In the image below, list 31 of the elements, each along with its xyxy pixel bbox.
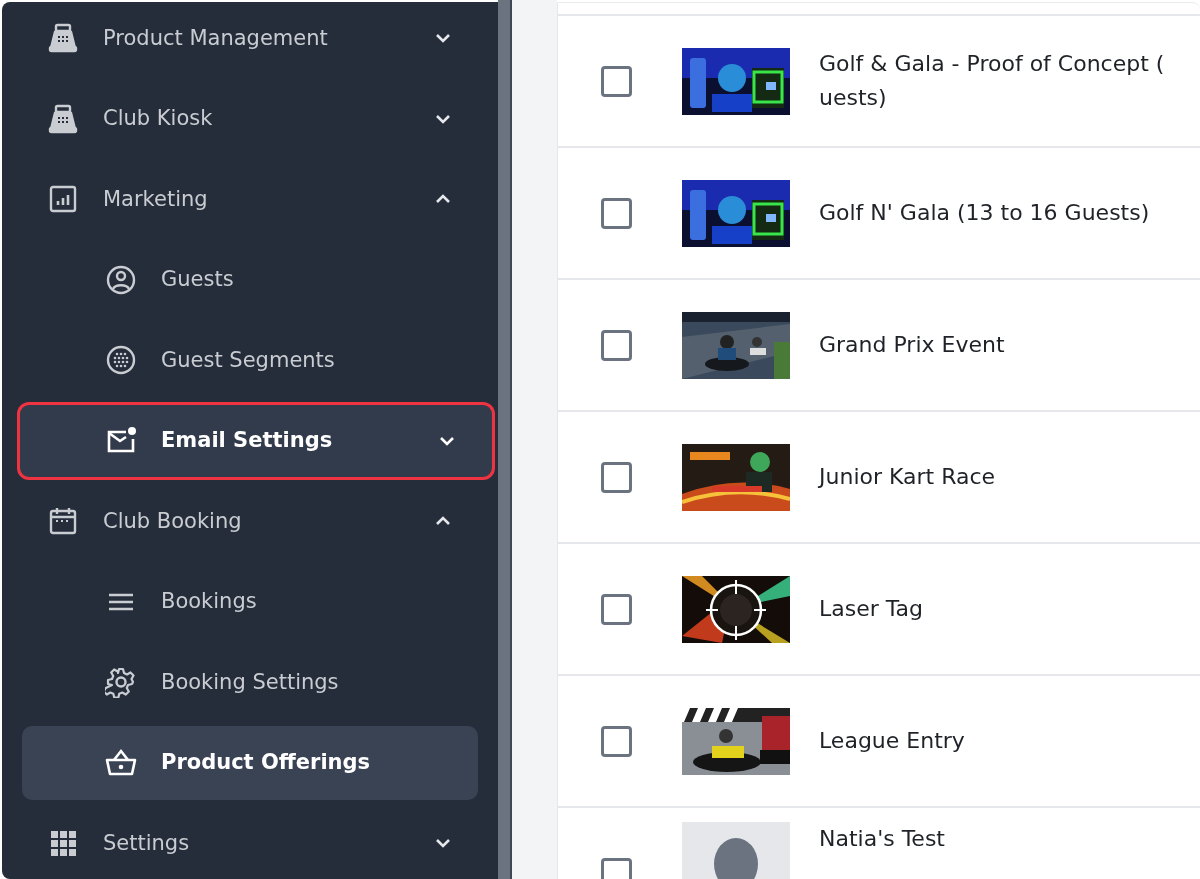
product-name: Junior Kart Race [819,463,996,491]
sidebar-item[interactable]: Club Booking [22,481,478,562]
product-name: Golf & Gala - Proof of Concept ( [819,50,1165,78]
product-name: Natia's Test [819,825,945,853]
product-name: League Entry [819,727,965,755]
sidebar-item[interactable]: Settings [22,803,478,879]
dotted-circle-icon [105,344,137,377]
sidebar-item[interactable]: Club Kiosk [22,78,478,159]
product-name: uests) [819,84,888,112]
checkbox[interactable] [601,329,632,361]
scrollbar[interactable] [498,0,512,879]
sidebar-item[interactable]: Bookings [22,561,478,642]
register-icon [47,22,79,55]
sidebar-item[interactable]: Product Management [22,2,478,79]
checkbox[interactable] [601,461,632,493]
checkbox[interactable] [601,725,632,757]
checkbox[interactable] [601,197,632,229]
sidebar-item[interactable]: Guest Segments [22,320,478,401]
settings-icon [105,666,137,699]
sidebar-item[interactable]: Guests [22,239,478,320]
checkbox[interactable] [601,65,632,97]
sidebar-item[interactable]: Email Settings [19,403,493,478]
product-name: Grand Prix Event [819,331,1005,359]
sidebar-item[interactable]: Booking Settings [22,642,478,723]
product-name: Golf N' Gala (13 to 16 Guests) [819,199,1150,227]
sidebar-item[interactable]: Product Offerings [22,725,478,800]
checkbox[interactable] [601,593,632,625]
product-name: Laser Tag [819,595,924,623]
register-icon [47,102,79,135]
sidebar-item[interactable]: Marketing [22,159,478,240]
user-circle-icon [105,263,137,296]
